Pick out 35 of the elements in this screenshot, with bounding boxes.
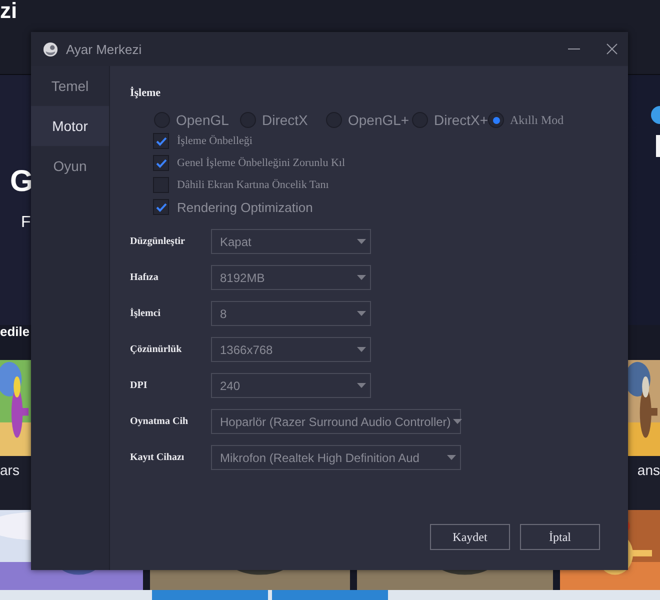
window-title: Ayar Merkezi <box>66 42 143 56</box>
hero-title: G <box>10 167 34 197</box>
dropdown[interactable]: 1366x768 <box>211 337 371 362</box>
section-heading: İşleme <box>130 87 161 99</box>
setting-label: Düzgünleştir <box>130 236 186 247</box>
radio-label: OpenGL <box>176 112 229 128</box>
sidebar-item[interactable]: Temel <box>31 66 109 106</box>
setting-label: DPI <box>130 380 148 391</box>
dropdown[interactable]: Kapat <box>211 229 371 254</box>
dropdown[interactable]: 240 <box>211 373 371 398</box>
radio-label: DirectX+ <box>434 112 488 128</box>
sidebar-item[interactable]: Oyun <box>31 146 109 186</box>
setting-label: Kayıt Cihazı <box>130 452 186 463</box>
header-title: zi <box>0 0 18 22</box>
radio-label: OpenGL+ <box>348 112 410 128</box>
setting-label: Çözünürlük <box>130 344 183 355</box>
dropdown[interactable]: Hoparlör (Razer Surround Audio Controller) <box>211 409 461 434</box>
checkbox-label: Genel İşleme Önbelleğini Zorunlu Kıl <box>177 157 346 169</box>
checkbox-label: Dâhili Ekran Kartına Öncelik Tanı <box>177 179 329 191</box>
radio-label: DirectX <box>262 112 308 128</box>
sidebar-item[interactable]: Motor <box>31 106 109 146</box>
dropdown[interactable]: Mikrofon (Realtek High Definition Aud <box>211 445 461 470</box>
dropdown[interactable]: 8 <box>211 301 371 326</box>
game-title: ans <box>637 462 660 478</box>
checkbox-label: İşleme Önbelleği <box>177 135 252 147</box>
hero-subtitle: F <box>21 215 31 231</box>
dropdown[interactable]: 8192MB <box>211 265 371 290</box>
checkbox-label: Rendering Optimization <box>177 200 313 214</box>
game-title: ars <box>0 462 20 478</box>
save-button[interactable]: Kaydet <box>430 524 510 550</box>
setting-label: Hafıza <box>130 272 160 283</box>
cancel-button[interactable]: İptal <box>520 524 600 550</box>
radio-label: Akıllı Mod <box>510 112 564 128</box>
section-title: edile <box>0 325 30 338</box>
setting-label: Oynatma Cih <box>130 416 190 427</box>
